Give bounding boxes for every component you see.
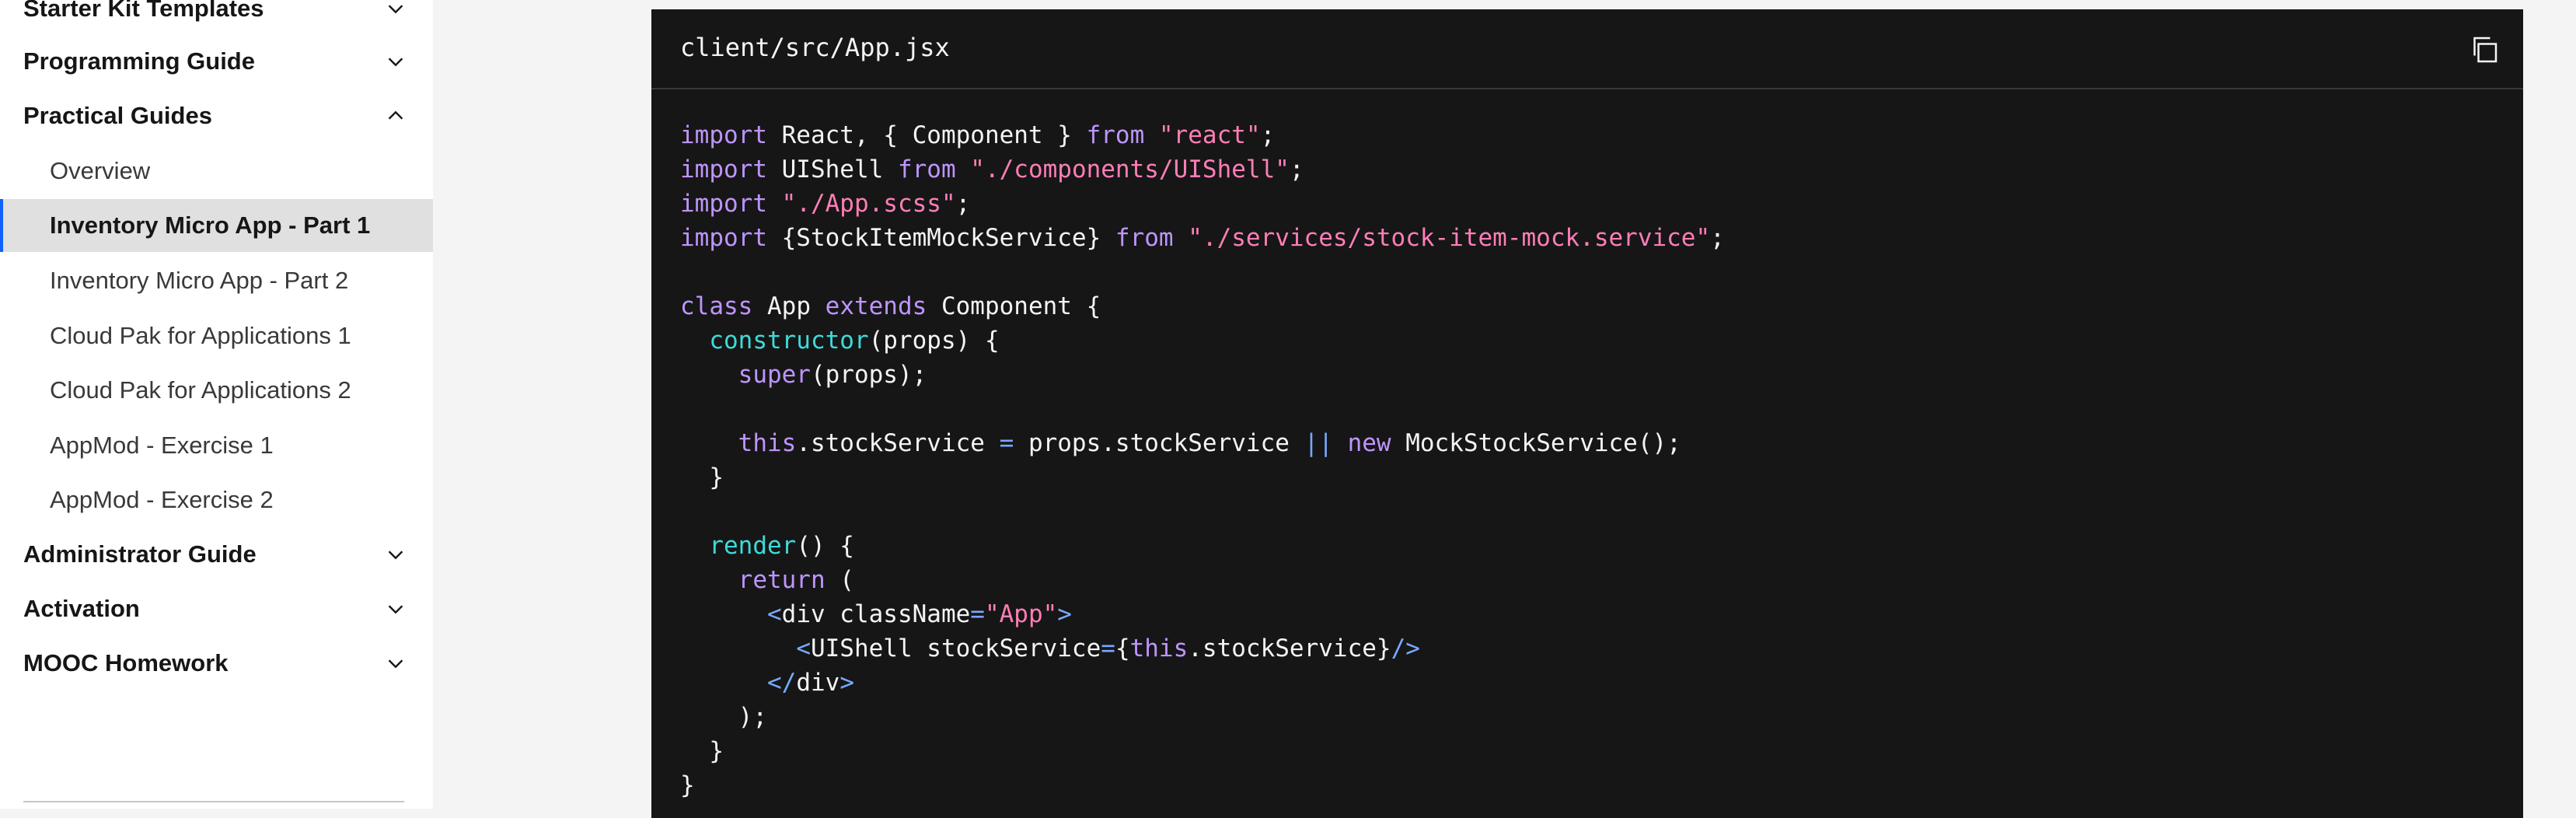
nav-item-cloud-pak-1[interactable]: Cloud Pak for Applications 1 bbox=[0, 309, 433, 362]
chevron-up-icon bbox=[388, 110, 403, 120]
nav-category-programming-guide[interactable]: Programming Guide bbox=[23, 36, 412, 87]
code-line: } bbox=[680, 771, 695, 799]
code-line: } bbox=[680, 463, 724, 491]
code-line: return ( bbox=[738, 566, 854, 594]
nav-category-mooc-homework[interactable]: MOOC Homework bbox=[23, 638, 412, 689]
nav-category-label: Administrator Guide bbox=[23, 540, 257, 568]
code-line: render() { bbox=[709, 532, 854, 560]
nav-item-label: Cloud Pak for Applications 2 bbox=[50, 376, 351, 404]
code-line: } bbox=[680, 737, 724, 765]
code-line: import {StockItemMockService} from "./se… bbox=[680, 224, 1725, 252]
code-snippet-header: client/src/App.jsx bbox=[651, 9, 2523, 89]
sidebar-nav: Starter Kit Templates Programming Guide … bbox=[0, 0, 433, 809]
code-line: ); bbox=[680, 703, 767, 731]
copy-button[interactable] bbox=[2469, 34, 2500, 65]
code-line: <div className="App"> bbox=[766, 600, 1072, 628]
nav-item-inventory-micro-app-part-2[interactable]: Inventory Micro App - Part 2 bbox=[0, 254, 433, 307]
nav-item-label: AppMod - Exercise 2 bbox=[50, 486, 274, 513]
nav-category-label: MOOC Homework bbox=[23, 649, 229, 676]
sidebar-divider bbox=[23, 801, 404, 802]
nav-item-cloud-pak-2[interactable]: Cloud Pak for Applications 2 bbox=[0, 364, 433, 417]
code-line: <UIShell stockService={this.stockService… bbox=[796, 634, 1420, 662]
nav-item-appmod-exercise-2[interactable]: AppMod - Exercise 2 bbox=[0, 474, 433, 526]
chevron-down-icon bbox=[388, 551, 403, 560]
code-line: constructor(props) { bbox=[709, 327, 1000, 355]
nav-category-practical-guides[interactable]: Practical Guides bbox=[23, 90, 412, 142]
code-line: ​ bbox=[680, 392, 1725, 426]
nav-category-label: Programming Guide bbox=[23, 47, 255, 75]
code-line: ​ bbox=[680, 255, 1725, 289]
code-line: super(props); bbox=[738, 361, 927, 389]
chevron-down-icon bbox=[388, 659, 403, 669]
nav-category-activation[interactable]: Activation bbox=[23, 583, 412, 634]
nav-category-starter-kit-templates[interactable]: Starter Kit Templates bbox=[23, 0, 412, 34]
nav-item-inventory-micro-app-part-1[interactable]: Inventory Micro App - Part 1 bbox=[0, 199, 433, 252]
nav-category-label: Activation bbox=[23, 595, 140, 622]
nav-category-administrator-guide[interactable]: Administrator Guide bbox=[23, 529, 412, 580]
code-line: import React, { Component } from "react"… bbox=[680, 121, 1276, 149]
chevron-down-icon bbox=[388, 5, 403, 14]
code-line: </div> bbox=[766, 669, 854, 697]
nav-item-label: Cloud Pak for Applications 1 bbox=[50, 322, 351, 349]
code-filename: client/src/App.jsx bbox=[680, 33, 950, 62]
code-line: class App extends Component { bbox=[680, 292, 1101, 320]
nav-item-label: Overview bbox=[50, 157, 151, 184]
nav-category-label: Practical Guides bbox=[23, 102, 212, 129]
code-line: this.stockService = props.stockService |… bbox=[738, 429, 1681, 457]
code-snippet: client/src/App.jsx import React, { Compo… bbox=[651, 9, 2523, 818]
nav-item-label: Inventory Micro App - Part 2 bbox=[50, 267, 349, 294]
code-line: import UIShell from "./components/UIShel… bbox=[680, 156, 1304, 184]
chevron-down-icon bbox=[388, 58, 403, 67]
copy-icon bbox=[2473, 37, 2497, 63]
nav-item-overview[interactable]: Overview bbox=[0, 145, 433, 198]
code-body: import React, { Component } from "react"… bbox=[680, 118, 1725, 802]
nav-item-label: Inventory Micro App - Part 1 bbox=[50, 211, 371, 239]
nav-item-label: AppMod - Exercise 1 bbox=[50, 432, 274, 459]
nav-category-label: Starter Kit Templates bbox=[23, 0, 264, 22]
code-line: ​ bbox=[680, 495, 1725, 529]
code-line: import "./App.scss"; bbox=[680, 190, 971, 218]
chevron-down-icon bbox=[388, 605, 403, 614]
nav-item-appmod-exercise-1[interactable]: AppMod - Exercise 1 bbox=[0, 419, 433, 472]
